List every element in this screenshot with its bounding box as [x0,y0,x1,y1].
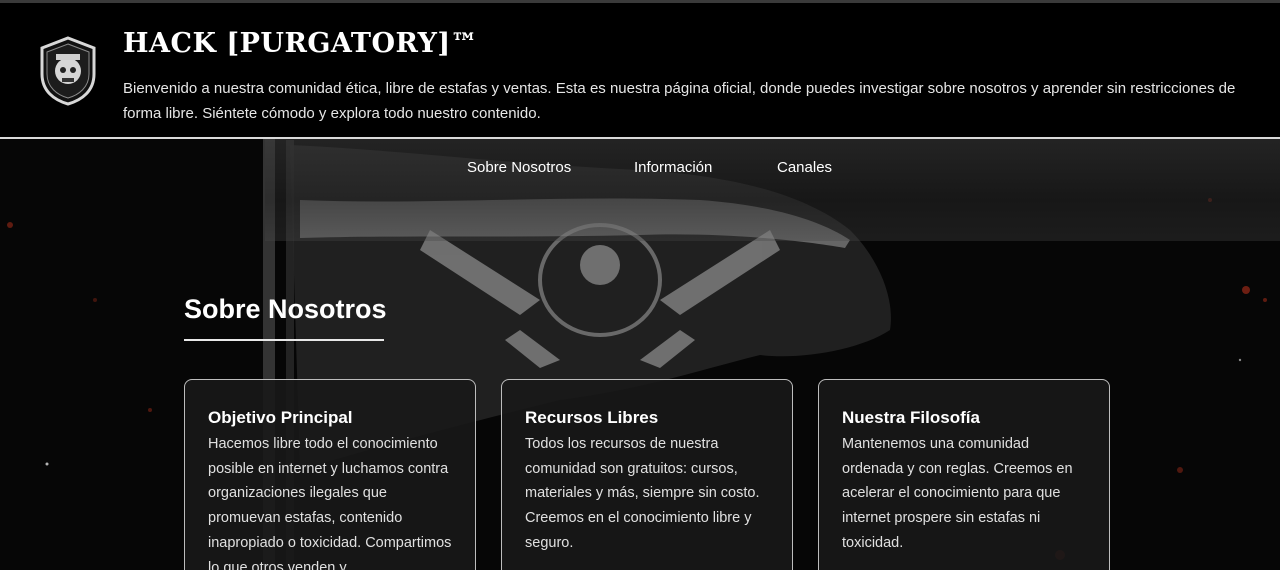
page: HACK [PURGATORY]™ Bienvenido a nuestra c… [0,0,1280,570]
card-objetivo-principal: Objetivo Principal Hacemos libre todo el… [184,379,476,570]
card-nuestra-filosofia: Nuestra Filosofía Mantenemos una comunid… [818,379,1110,570]
section-title-underline [184,339,384,341]
card-title: Recursos Libres [525,408,659,427]
card-title: Nuestra Filosofía [842,408,980,427]
nav-link-sobre-nosotros[interactable]: Sobre Nosotros [467,159,571,176]
card-body: Mantenemos una comunidad ordenada y con … [842,436,1073,551]
shield-logo-icon [40,36,96,106]
nav-link-canales[interactable]: Canales [777,159,832,176]
site-description: Bienvenido a nuestra comunidad ética, li… [123,80,1236,122]
card-recursos-libres: Recursos Libres Todos los recursos de nu… [501,379,793,570]
main-nav: Sobre Nosotros Información Canales [265,139,1280,241]
nav-link-informacion[interactable]: Información [634,159,712,176]
card-body: Todos los recursos de nuestra comunidad … [525,436,760,551]
site-title: HACK [PURGATORY]™ [123,28,479,59]
site-header: HACK [PURGATORY]™ Bienvenido a nuestra c… [0,3,1280,139]
section-title: Sobre Nosotros [184,294,387,324]
card-body: Hacemos libre todo el conocimiento posib… [208,436,452,570]
card-title: Objetivo Principal [208,408,353,427]
